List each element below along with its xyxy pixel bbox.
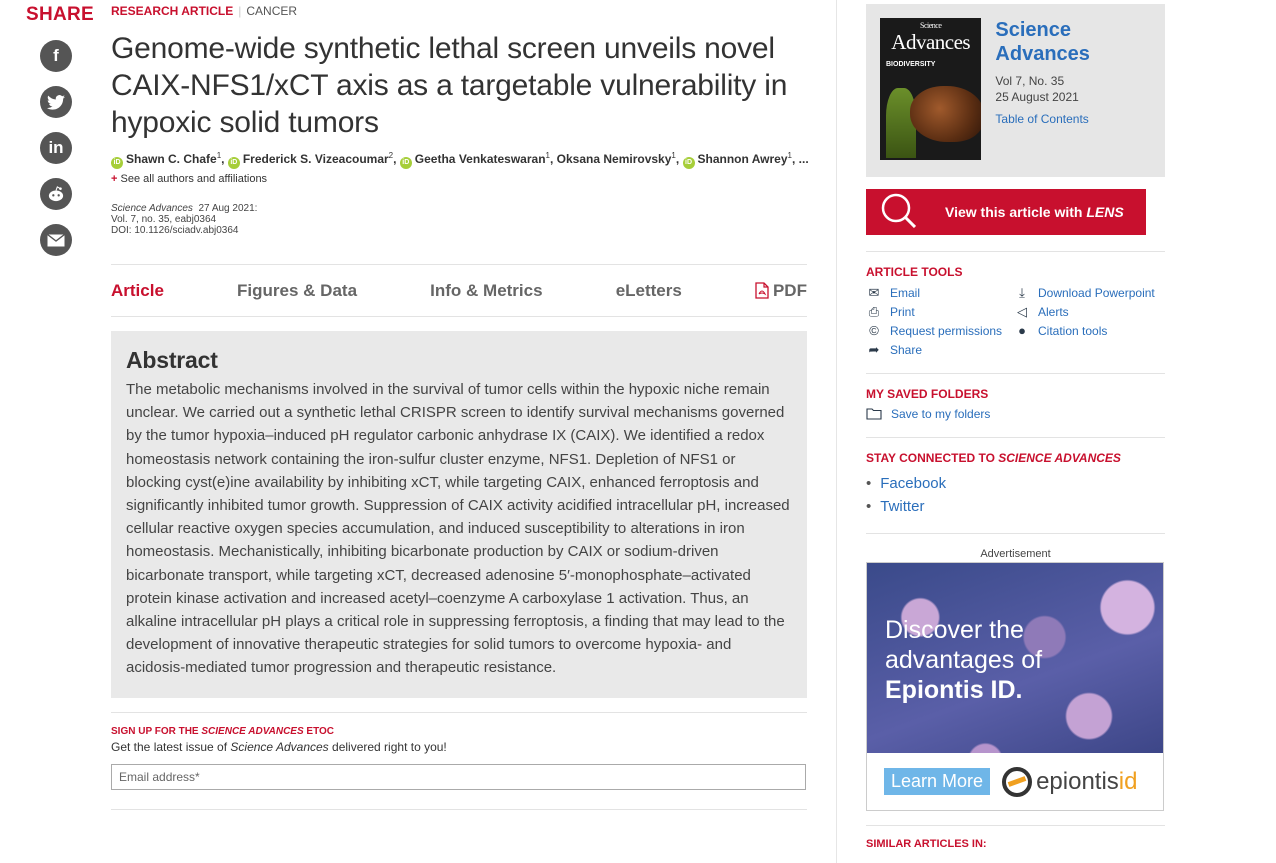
folder-icon — [866, 408, 882, 420]
advertisement-label: Advertisement — [866, 533, 1165, 560]
article-subject[interactable]: CANCER — [246, 4, 297, 18]
megaphone-icon: ◁ — [1017, 303, 1027, 319]
abstract-section: Abstract The metabolic mechanisms involv… — [111, 331, 807, 698]
download-icon: ⤓ — [1019, 284, 1025, 300]
tab-figures-data[interactable]: Figures & Data — [237, 281, 357, 301]
tool-print[interactable]: ⎙ Print — [866, 304, 1014, 319]
saved-folders: MY SAVED FOLDERS Save to my folders — [866, 373, 1165, 421]
abstract-text: The metabolic mechanisms involved in the… — [126, 381, 790, 677]
ad-headline: Discover the advantages of Epiontis ID. — [885, 616, 1043, 704]
advertisement-banner[interactable]: Discover the advantages of Epiontis ID. … — [866, 562, 1164, 811]
twitter-link[interactable]: Twitter — [866, 495, 1165, 518]
author-name[interactable]: Oksana Nemirovsky — [557, 152, 672, 166]
citation-volume: Vol. 7, no. 35, eabj0364 — [111, 214, 217, 225]
citation-block: Science Advances 27 Aug 2021: Vol. 7, no… — [111, 203, 807, 236]
signup-title: SIGN UP FOR THE SCIENCE ADVANCES eTOC — [111, 725, 335, 737]
facebook-icon[interactable]: f — [40, 40, 72, 72]
issue-cover-image[interactable]: Science Advances BIODIVERSITY — [880, 18, 982, 160]
linkedin-icon[interactable]: in — [40, 132, 72, 164]
stay-connected-title: STAY CONNECTED TO SCIENCE ADVANCES — [866, 451, 1121, 465]
tool-request-permissions[interactable]: © Request permissions — [866, 323, 1014, 338]
orcid-icon[interactable]: iD — [682, 157, 695, 169]
citation-journal: Science Advances — [111, 203, 193, 214]
stay-connected: STAY CONNECTED TO SCIENCE ADVANCES Faceb… — [866, 437, 1165, 518]
envelope-icon: ✉ — [868, 284, 880, 300]
similar-articles-title: SIMILAR ARTICLES IN: — [866, 825, 1165, 850]
saved-folders-title: MY SAVED FOLDERS — [866, 387, 989, 401]
email-address-input[interactable] — [111, 763, 806, 790]
sidebar: Science Advances BIODIVERSITY Science Adv… — [866, 4, 1165, 850]
abstract-heading: Abstract — [126, 347, 218, 373]
author-name[interactable]: Geetha Venkateswaran — [415, 152, 546, 166]
tool-share[interactable]: ➦ Share — [866, 342, 1014, 357]
author-name[interactable]: Shannon Awrey — [698, 152, 788, 166]
author-list: iD Shawn C. Chafe1, iD Frederick S. Vizeac… — [111, 151, 809, 169]
article-kicker: RESEARCH ARTICLE | CANCER — [111, 4, 298, 18]
etoc-signup: SIGN UP FOR THE SCIENCE ADVANCES eTOC Ge… — [111, 711, 807, 790]
tool-download-powerpoint[interactable]: ⤓ Download Powerpoint — [1014, 285, 1164, 300]
see-all-authors-link[interactable]: + See all authors and affiliations — [111, 173, 807, 185]
learn-more-button[interactable]: Learn More — [884, 768, 991, 795]
article-tools-title: ARTICLE TOOLS — [866, 265, 963, 279]
facebook-link[interactable]: Facebook — [866, 472, 1165, 495]
signup-description: Get the latest issue of Science Advances… — [111, 739, 447, 754]
email-icon[interactable] — [40, 224, 72, 256]
citation-doi[interactable]: DOI: 10.1126/sciadv.abj0364 — [111, 225, 807, 236]
cover-band: BIODIVERSITY — [886, 61, 936, 68]
reddit-icon[interactable] — [40, 178, 72, 210]
current-issue-box: Science Advances BIODIVERSITY Science Adv… — [866, 4, 1165, 177]
globe-icon: ● — [1018, 323, 1026, 338]
twitter-icon[interactable] — [40, 86, 72, 118]
divider — [111, 808, 807, 810]
share-column: SHARE f in — [26, 4, 95, 256]
tool-email[interactable]: ✉ Email — [866, 285, 1014, 300]
issue-volume: Vol 7, No. 35 25 August 2021 — [995, 74, 1079, 104]
column-divider — [836, 0, 837, 863]
share-title: SHARE — [26, 4, 95, 25]
author-name[interactable]: Frederick S. Vizeacoumar — [243, 152, 389, 166]
table-of-contents-link[interactable]: Table of Contents — [995, 112, 1151, 126]
tool-citation-tools[interactable]: ● Citation tools — [1014, 323, 1164, 338]
article-tabs: Article Figures & Data Info & Metrics eL… — [111, 264, 807, 317]
cover-title: Advances — [891, 30, 971, 54]
ad-footer: Learn More epiontisid — [867, 753, 1163, 810]
article-main: RESEARCH ARTICLE | CANCER Genome-wide synt… — [111, 4, 809, 810]
orcid-icon[interactable]: iD — [111, 157, 123, 169]
pdf-icon — [755, 282, 769, 299]
orcid-icon[interactable]: iD — [399, 157, 412, 169]
tab-article[interactable]: Article — [111, 281, 164, 301]
copyright-icon: © — [869, 323, 879, 338]
article-type[interactable]: RESEARCH ARTICLE — [111, 4, 233, 18]
citation-date: 27 Aug 2021: — [198, 203, 258, 214]
tab-pdf[interactable]: PDF — [755, 281, 807, 301]
share-arrow-icon: ➦ — [868, 341, 880, 357]
save-to-folders-link[interactable]: Save to my folders — [866, 407, 1165, 421]
print-icon: ⎙ — [868, 303, 880, 319]
orcid-icon[interactable]: iD — [227, 157, 240, 169]
tool-alerts[interactable]: ◁ Alerts — [1014, 304, 1164, 319]
journal-name[interactable]: Science Advances — [995, 18, 1151, 66]
article-tools: ARTICLE TOOLS ✉ Email ⤓ Download Powerpoin… — [866, 251, 1165, 357]
view-with-lens-button[interactable]: View this article with LENS — [866, 189, 1146, 235]
authors-more: ... — [798, 152, 809, 166]
author-name[interactable]: Shawn C. Chafe — [126, 152, 217, 166]
issue-info: Science Advances Vol 7, No. 35 25 August … — [995, 18, 1151, 163]
plus-icon: + — [111, 173, 118, 185]
cover-masthead: Science — [920, 21, 942, 30]
tab-eletters[interactable]: eLetters — [616, 281, 682, 301]
magnifier-icon — [881, 193, 916, 228]
tab-info-metrics[interactable]: Info & Metrics — [430, 281, 542, 301]
epiontis-logo: epiontisid — [1002, 766, 1137, 797]
article-title: Genome-wide synthetic lethal screen unve… — [111, 32, 788, 139]
